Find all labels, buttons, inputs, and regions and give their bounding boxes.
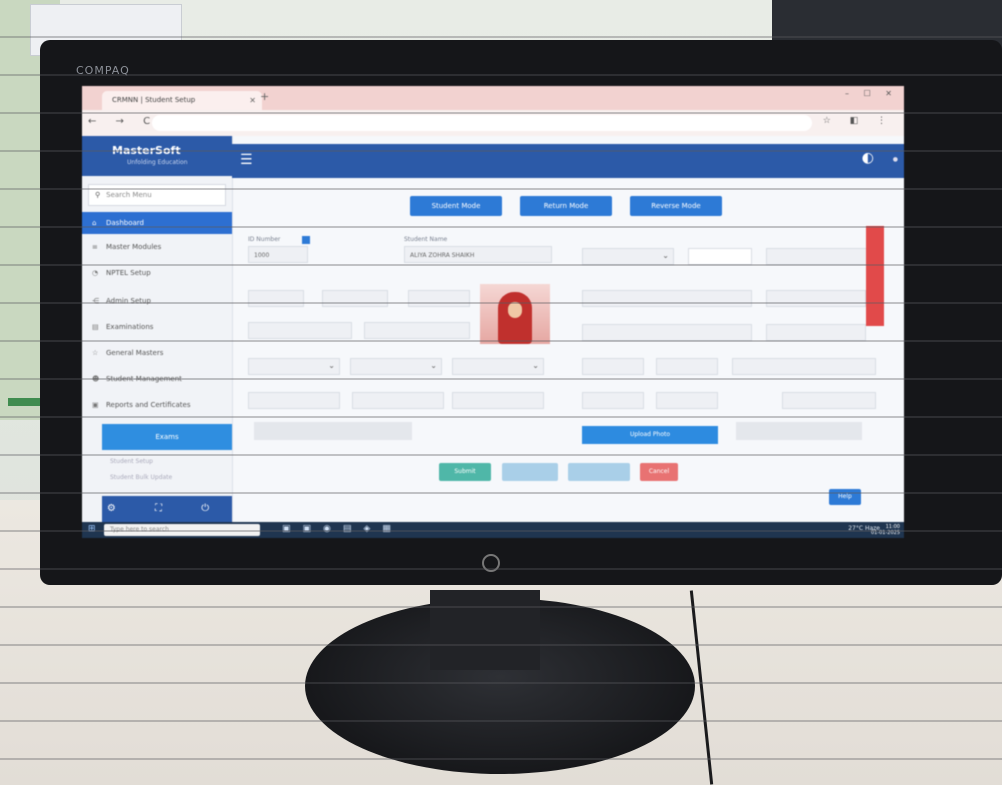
browser-tabbar: CRMNN | Student Setup ✕ + – ☐ ✕	[82, 86, 904, 110]
select-field[interactable]	[452, 357, 544, 375]
student-mode-button[interactable]: Student Mode	[410, 196, 502, 216]
taskbar-app-icons[interactable]: ▣▣◉▤◈▦	[282, 524, 403, 534]
logo-subtitle: Unfolding Education	[127, 159, 188, 166]
sidebar-item-admin[interactable]: ⋲ Admin Setup	[82, 290, 232, 312]
text-field[interactable]	[582, 324, 752, 341]
search-icon: ⚲	[95, 191, 101, 199]
browser-tab[interactable]: CRMNN | Student Setup ✕	[102, 91, 262, 110]
url-field[interactable]	[152, 115, 812, 131]
reverse-mode-button[interactable]: Reverse Mode	[630, 196, 722, 216]
text-field[interactable]	[688, 248, 752, 265]
text-field[interactable]	[248, 322, 352, 339]
text-field[interactable]	[582, 392, 644, 409]
monitor-logo-icon	[482, 554, 500, 572]
window-controls[interactable]: – ☐ ✕	[845, 89, 898, 98]
logo-text: MasterSoft	[112, 144, 181, 157]
share-icon: ⋲	[92, 297, 99, 305]
sidebar-item-examinations[interactable]: ▤ Examinations	[82, 316, 232, 338]
text-field[interactable]	[732, 358, 876, 375]
text-field[interactable]	[766, 290, 866, 307]
select-field[interactable]	[248, 357, 340, 375]
monitor-screen: CRMNN | Student Setup ✕ + – ☐ ✕ ← → C ☆ …	[82, 86, 904, 538]
app-sidebar: MasterSoft Unfolding Education ⚲ Search M…	[82, 136, 233, 522]
pie-icon: ◔	[92, 269, 99, 277]
date-field[interactable]	[322, 290, 388, 307]
student-photo	[480, 284, 550, 344]
text-field[interactable]	[582, 358, 644, 375]
checkbox[interactable]	[302, 236, 310, 244]
select-field[interactable]	[582, 247, 674, 265]
book-icon: ▤	[92, 323, 99, 331]
field-label: Student Name	[404, 236, 448, 243]
select-field[interactable]	[350, 357, 442, 375]
sidebar-item-master-modules[interactable]: ≡ Master Modules	[82, 236, 232, 258]
doc-icon: ▣	[92, 401, 99, 409]
taskbar-search[interactable]: Type here to search	[104, 524, 260, 536]
upload-photo-button[interactable]: Upload Photo	[582, 426, 718, 444]
sidebar-item-nptel[interactable]: ◔ NPTEL Setup	[82, 262, 232, 284]
text-field[interactable]	[352, 392, 444, 409]
new-tab-icon[interactable]: +	[260, 90, 269, 103]
sidebar-submenu-header[interactable]: Exams	[102, 424, 232, 450]
field-label: ID Number	[248, 236, 281, 243]
return-mode-button[interactable]: Return Mode	[520, 196, 612, 216]
start-icon[interactable]: ⊞	[88, 524, 96, 534]
tab-title: CRMNN | Student Setup	[112, 96, 196, 104]
text-field[interactable]	[248, 290, 304, 307]
menu-search-input[interactable]: ⚲ Search Menu	[88, 184, 226, 206]
monitor-stand-neck	[430, 590, 540, 670]
taskbar-clock: 11:00 01-01-2025	[870, 524, 900, 536]
browser-nav-icons[interactable]: ← → C	[88, 116, 158, 127]
upload-button[interactable]	[736, 422, 862, 440]
text-field[interactable]	[582, 290, 752, 307]
cancel-button[interactable]: Cancel	[640, 463, 678, 481]
text-field[interactable]	[656, 358, 718, 375]
app-logo: MasterSoft Unfolding Education	[82, 136, 232, 176]
star-icon: ☆	[92, 349, 99, 357]
sidebar-item-students[interactable]: ☻ Student Management	[82, 368, 232, 390]
text-field[interactable]	[656, 392, 718, 409]
browser-toolbar-icons[interactable]: ☆ ◧ ⋮	[823, 116, 894, 126]
users-icon: ☻	[92, 375, 100, 383]
sidebar-item-dashboard[interactable]: ⌂ Dashboard	[82, 212, 232, 234]
sidebar-item-reports[interactable]: ▣ Reports and Certificates	[82, 394, 232, 416]
text-field[interactable]	[766, 248, 876, 265]
monitor-brand: COMPAQ	[76, 64, 130, 77]
side-feedback-tab[interactable]	[866, 226, 884, 326]
list-icon: ≡	[92, 243, 98, 251]
os-taskbar: ⊞ Type here to search ▣▣◉▤◈▦ 27°C Haze 1…	[82, 522, 904, 538]
text-field[interactable]	[782, 392, 876, 409]
menu-toggle-icon[interactable]: ☰	[240, 152, 253, 168]
sidebar-subitem[interactable]: Student Bulk Update	[110, 474, 172, 481]
id-number-field[interactable]: 1000	[248, 246, 308, 263]
text-field[interactable]	[452, 392, 544, 409]
sidebar-footer-icons[interactable]: ⚙ ⛶ ⏻	[102, 496, 232, 522]
text-field[interactable]	[364, 322, 470, 339]
home-icon: ⌂	[92, 219, 97, 227]
help-button[interactable]: Help	[829, 489, 861, 505]
user-avatar[interactable]: ●	[893, 156, 898, 163]
student-name-field[interactable]: ALIYA ZOHRA SHAIKH	[404, 246, 552, 263]
upload-button[interactable]	[254, 422, 412, 440]
action-button[interactable]	[502, 463, 558, 481]
text-field[interactable]	[408, 290, 470, 307]
action-button[interactable]	[568, 463, 630, 481]
tab-close-icon[interactable]: ✕	[249, 91, 256, 110]
text-field[interactable]	[766, 324, 866, 341]
submit-button[interactable]: Submit	[439, 463, 491, 481]
notification-icon[interactable]: ◐	[862, 150, 874, 166]
sidebar-item-general[interactable]: ☆ General Masters	[82, 342, 232, 364]
browser-addressbar: ← → C ☆ ◧ ⋮	[82, 110, 904, 136]
app-header: ☰ ◐ ●	[232, 144, 904, 178]
text-field[interactable]	[248, 392, 340, 409]
sidebar-subitem[interactable]: Student Setup	[110, 458, 153, 465]
